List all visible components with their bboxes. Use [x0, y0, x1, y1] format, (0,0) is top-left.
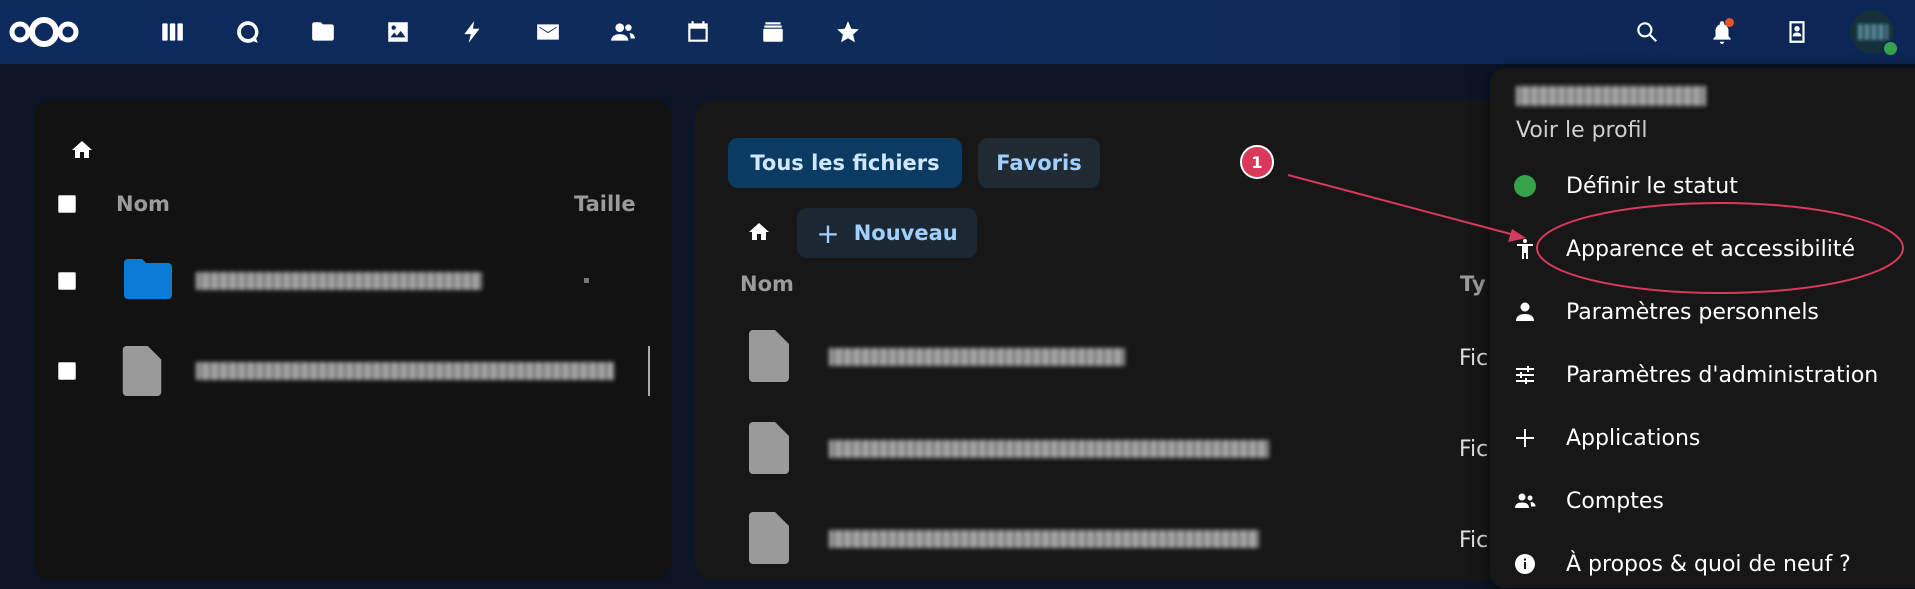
menu-item-label: Définir le statut — [1566, 173, 1738, 199]
deck-icon[interactable] — [753, 12, 793, 52]
column-name[interactable]: Nom — [740, 272, 794, 296]
photos-icon[interactable] — [378, 12, 418, 52]
user-menu: Voir le profil Définir le statut Apparen… — [1490, 68, 1915, 588]
new-button-label: Nouveau — [853, 221, 958, 245]
menu-item-applications[interactable]: Applications — [1490, 413, 1915, 463]
blurred-user-name — [1516, 86, 1706, 106]
folder-icon — [124, 259, 172, 299]
nextcloud-logo[interactable] — [8, 12, 80, 52]
column-size[interactable]: Taille — [574, 192, 636, 216]
file-icon — [122, 346, 162, 396]
blurred-file-name[interactable] — [829, 530, 1259, 548]
row-divider — [648, 346, 650, 396]
new-button[interactable]: + Nouveau — [797, 208, 977, 258]
column-name[interactable]: Nom — [116, 192, 170, 216]
type-value: Fic — [1459, 437, 1489, 462]
status-dot — [1512, 173, 1538, 199]
dashboard-icon[interactable] — [152, 12, 192, 52]
left-file-panel: Nom Taille — [34, 100, 672, 580]
activity-icon[interactable] — [453, 12, 493, 52]
menu-item-label: Apparence et accessibilité — [1566, 236, 1855, 262]
menu-item-label: Applications — [1566, 425, 1701, 451]
menu-item-label: Comptes — [1566, 488, 1664, 514]
type-value: Fic — [1459, 346, 1489, 371]
blurred-file-name[interactable] — [196, 362, 614, 380]
notification-badge — [1725, 18, 1734, 27]
blurred-file-name[interactable] — [196, 272, 482, 290]
select-all-checkbox[interactable] — [58, 195, 76, 213]
favorites-icon[interactable] — [828, 12, 868, 52]
column-type[interactable]: Ty — [1460, 272, 1486, 296]
files-icon[interactable] — [303, 12, 343, 52]
file-icon — [749, 422, 789, 474]
search-icon[interactable] — [1627, 12, 1667, 52]
home-icon[interactable] — [747, 220, 771, 248]
talk-icon[interactable] — [228, 12, 268, 52]
menu-item-admin-settings[interactable]: Paramètres d'administration — [1490, 350, 1915, 400]
menu-item-about[interactable]: À propos & quoi de neuf ? — [1490, 539, 1915, 589]
contacts-menu-icon[interactable] — [1777, 12, 1817, 52]
home-icon[interactable] — [70, 138, 94, 166]
plus-icon — [1512, 425, 1538, 451]
contacts-icon[interactable] — [603, 12, 643, 52]
type-value: Fic — [1459, 528, 1489, 553]
file-icon — [749, 512, 789, 564]
sliders-icon — [1512, 362, 1538, 388]
notifications-icon[interactable] — [1702, 12, 1742, 52]
menu-item-appearance-accessibility[interactable]: Apparence et accessibilité — [1490, 224, 1915, 274]
menu-item-label: Paramètres personnels — [1566, 299, 1819, 325]
blurred-file-name[interactable] — [829, 440, 1269, 458]
menu-item-set-status[interactable]: Définir le statut — [1490, 161, 1915, 211]
blurred-file-name[interactable] — [829, 348, 1125, 366]
top-bar — [0, 0, 1915, 64]
tab-all-files[interactable]: Tous les fichiers — [728, 138, 962, 188]
menu-item-label: À propos & quoi de neuf ? — [1566, 551, 1851, 577]
menu-item-personal-settings[interactable]: Paramètres personnels — [1490, 287, 1915, 337]
accessibility-icon — [1512, 236, 1538, 262]
mail-icon[interactable] — [528, 12, 568, 52]
row-checkbox[interactable] — [58, 362, 76, 380]
plus-icon: + — [816, 216, 840, 250]
file-icon — [749, 330, 789, 382]
menu-item-accounts[interactable]: Comptes — [1490, 476, 1915, 526]
accounts-icon — [1512, 488, 1538, 514]
size-value — [584, 278, 589, 283]
menu-item-label: Paramètres d'administration — [1566, 362, 1879, 388]
info-icon — [1512, 551, 1538, 577]
view-profile-link[interactable]: Voir le profil — [1516, 118, 1648, 143]
tab-favorites[interactable]: Favoris — [978, 138, 1100, 188]
person-icon — [1512, 299, 1538, 325]
calendar-icon[interactable] — [678, 12, 718, 52]
online-status-dot — [1882, 40, 1899, 57]
row-checkbox[interactable] — [58, 272, 76, 290]
annotation-badge: 1 — [1240, 145, 1274, 179]
